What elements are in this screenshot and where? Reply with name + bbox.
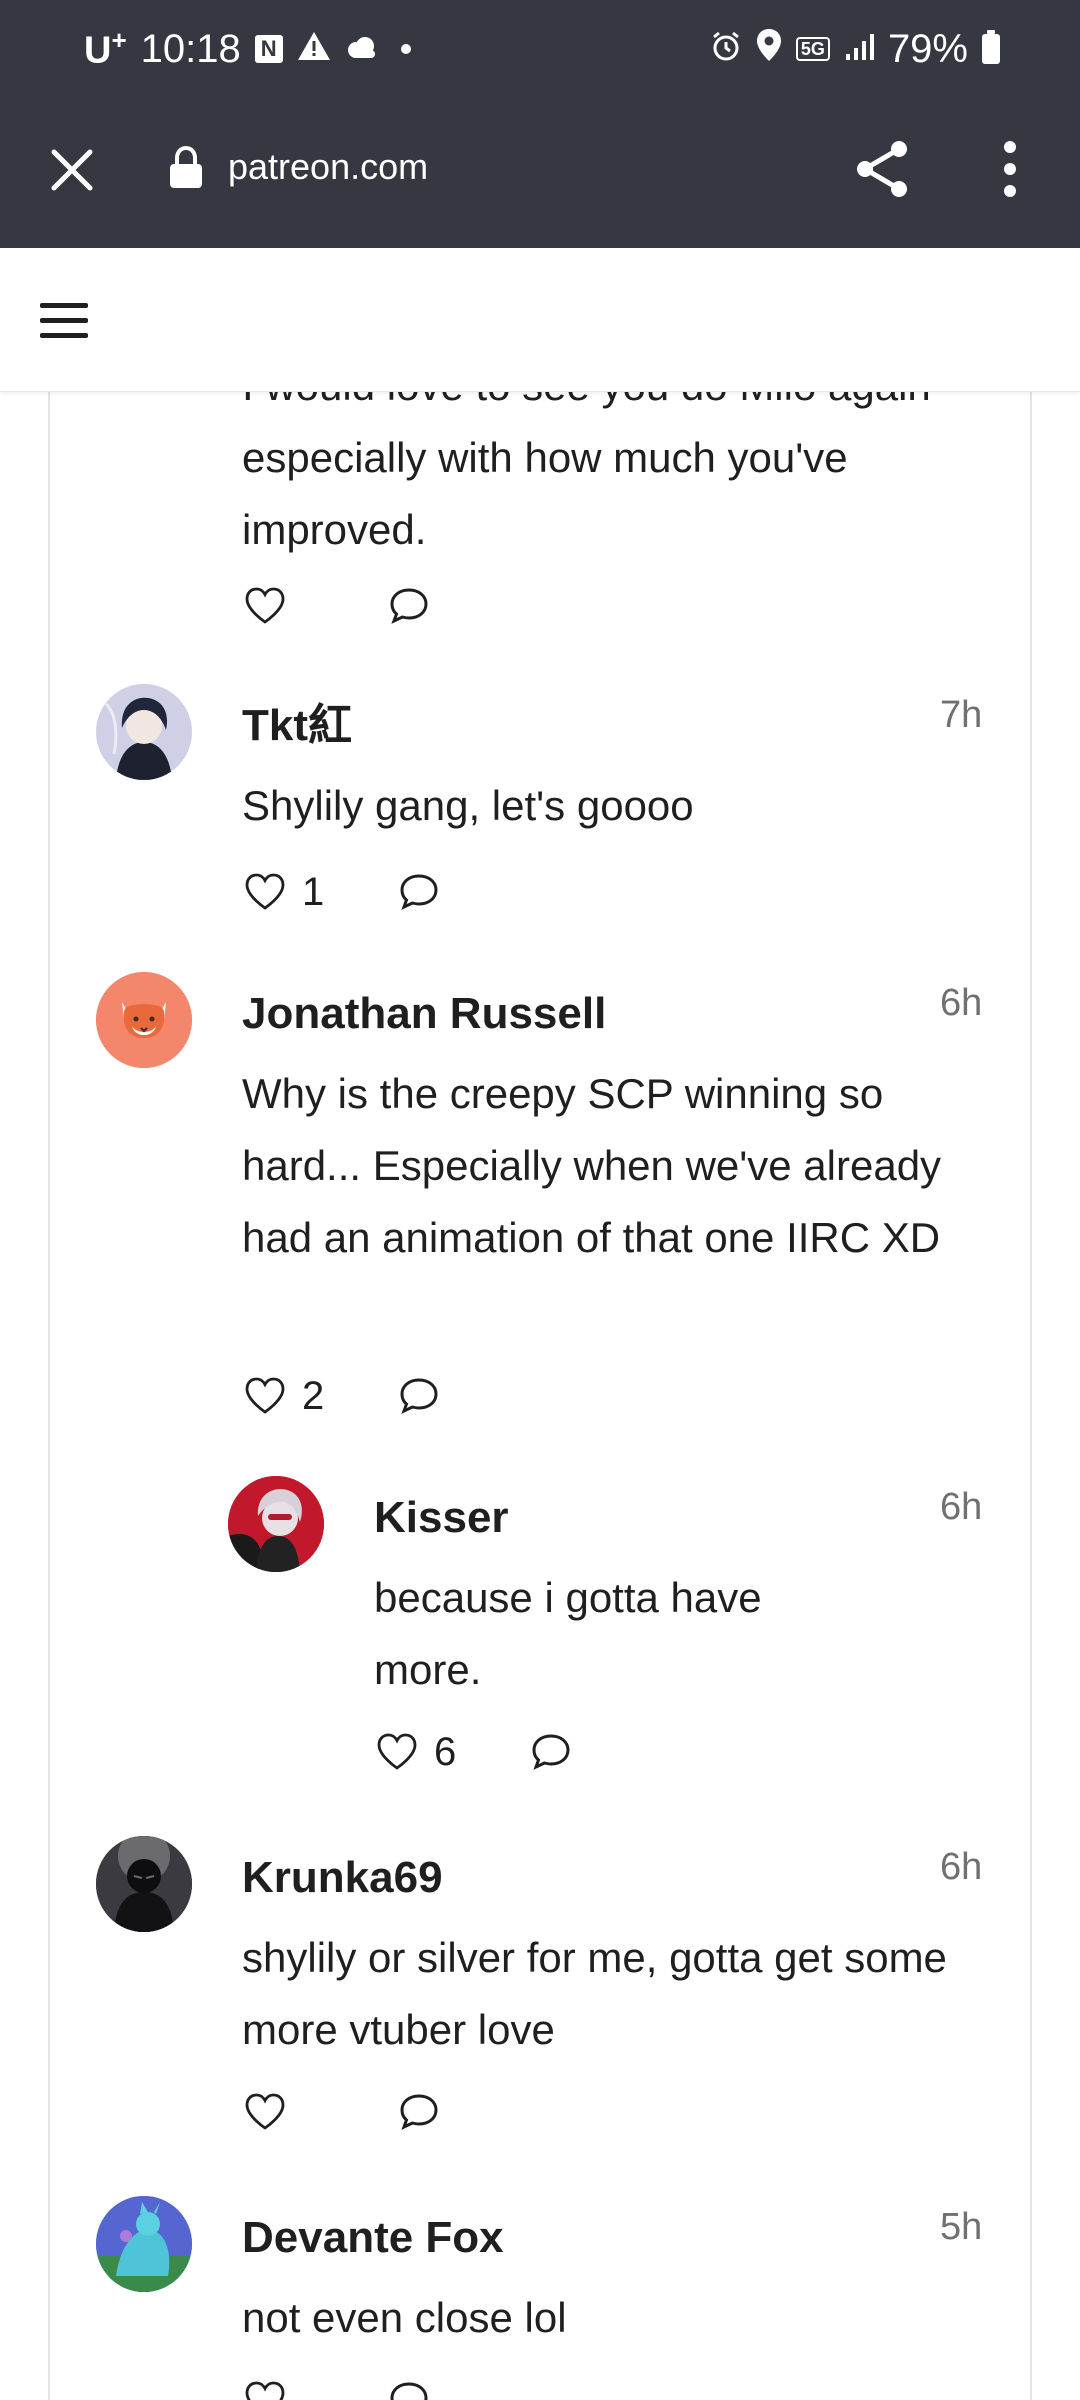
avatar[interactable] <box>96 684 192 780</box>
like-button[interactable] <box>242 580 288 632</box>
comment-actions <box>242 2374 430 2400</box>
battery-label: 79% <box>887 26 968 71</box>
comment-author[interactable]: Jonathan Russell <box>242 986 606 1042</box>
comment-time: 6h <box>940 1486 983 1528</box>
comment-bubble-icon <box>532 1734 570 1770</box>
like-count: 1 <box>302 869 325 914</box>
url-text[interactable]: patreon.com <box>228 142 428 192</box>
signal-icon <box>844 27 874 72</box>
page-header <box>0 248 1080 392</box>
status-bar: U+ 10:18 N 5G 79% <box>0 0 1080 98</box>
like-button[interactable]: 2 <box>242 1370 332 1422</box>
comment-actions <box>242 2086 440 2138</box>
like-button[interactable] <box>242 2086 332 2138</box>
avatar[interactable] <box>96 972 192 1068</box>
network-5g-icon: 5G <box>795 37 830 61</box>
comment-author[interactable]: Devante Fox <box>242 2210 504 2266</box>
reply-button[interactable] <box>388 2374 430 2400</box>
comment-text: shylily or silver for me, gotta get some… <box>242 1934 947 2053</box>
avatar[interactable] <box>96 2196 192 2292</box>
comment-time: 6h <box>940 1846 983 1888</box>
hamburger-menu-icon[interactable] <box>40 294 104 346</box>
battery-icon <box>982 30 1000 64</box>
comment-text: Shylily gang, let's goooo <box>242 782 694 829</box>
comment-bubble-icon <box>400 1378 438 1414</box>
comment-time: 5h <box>940 2206 983 2248</box>
heart-icon <box>245 2093 285 2130</box>
location-icon <box>756 27 782 72</box>
comment-time: 7h <box>940 694 983 736</box>
reply-button[interactable] <box>398 866 440 918</box>
like-count: 6 <box>434 1729 457 1774</box>
close-button[interactable] <box>40 138 104 202</box>
comment-author[interactable]: Kisser <box>374 1490 509 1546</box>
share-button[interactable] <box>848 134 918 204</box>
heart-icon <box>245 1377 285 1414</box>
more-vert-icon <box>1004 141 1016 197</box>
clock: 10:18 <box>140 26 241 71</box>
warning-icon <box>297 31 331 67</box>
heart-icon <box>377 1733 417 1770</box>
more-options-button[interactable] <box>980 134 1040 204</box>
comment-bubble-icon <box>390 588 428 624</box>
comment-author[interactable]: Krunka69 <box>242 1850 443 1906</box>
comment-text: I would love to see you do Milo again es… <box>242 392 931 553</box>
comments-card: I would love to see you do Milo again es… <box>48 392 1032 2400</box>
comment-bubble-icon <box>400 2094 438 2130</box>
comment-bubble-icon <box>400 874 438 910</box>
carrier-label: U+ <box>84 25 127 72</box>
notification-dot-icon <box>400 44 411 54</box>
like-button[interactable]: 1 <box>242 866 332 918</box>
comment-actions: 2 <box>242 1370 440 1422</box>
comment-actions: 1 <box>242 866 440 918</box>
browser-toolbar: patreon.com <box>0 98 1080 248</box>
comment-author[interactable]: Tkt紅 <box>242 698 352 754</box>
comment-bubble-icon <box>390 2382 428 2400</box>
comment-time: 6h <box>940 982 983 1024</box>
notification-n-icon: N <box>254 35 283 63</box>
like-count: 2 <box>302 1373 325 1418</box>
reply-button[interactable] <box>398 2086 440 2138</box>
cloud-icon <box>345 32 379 66</box>
status-right: 5G 79% <box>710 22 1000 76</box>
like-button[interactable] <box>242 2374 288 2400</box>
heart-icon <box>245 873 285 910</box>
comment-text: not even close lol <box>242 2294 567 2341</box>
reply-button[interactable] <box>530 1726 572 1778</box>
comment-actions: 6 <box>374 1726 572 1778</box>
avatar[interactable] <box>96 1836 192 1932</box>
reply-button[interactable] <box>398 1370 440 1422</box>
alarm-icon <box>710 27 742 72</box>
share-icon <box>857 141 907 197</box>
heart-icon <box>245 2381 285 2400</box>
lock-icon <box>168 145 204 190</box>
comment-text: because i gotta have more. <box>374 1574 762 1693</box>
heart-icon <box>245 587 285 624</box>
status-left: U+ 10:18 N <box>84 22 411 76</box>
reply-button[interactable] <box>388 580 430 632</box>
close-icon <box>51 149 93 191</box>
like-button[interactable]: 6 <box>374 1726 464 1778</box>
comment-actions <box>242 580 430 632</box>
avatar[interactable] <box>228 1476 324 1572</box>
comment-text: Why is the creepy SCP winning so hard...… <box>242 1070 942 1261</box>
